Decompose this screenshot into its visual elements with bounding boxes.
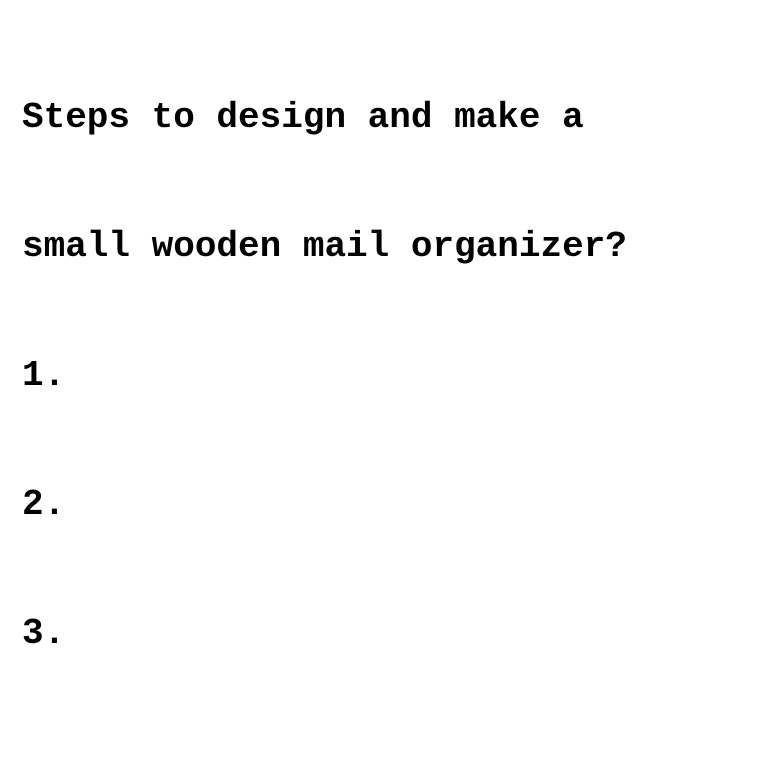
prompt-text: Steps to design and make a small wooden … [22,10,742,741]
list-item-2: 2. [22,484,66,525]
list-item-1: 1. [22,355,66,396]
list-item-3: 3. [22,613,66,654]
document-page: Steps to design and make a small wooden … [0,0,760,760]
question-line-1: Steps to design and make a [22,97,584,138]
question-line-2: small wooden mail organizer? [22,226,627,267]
